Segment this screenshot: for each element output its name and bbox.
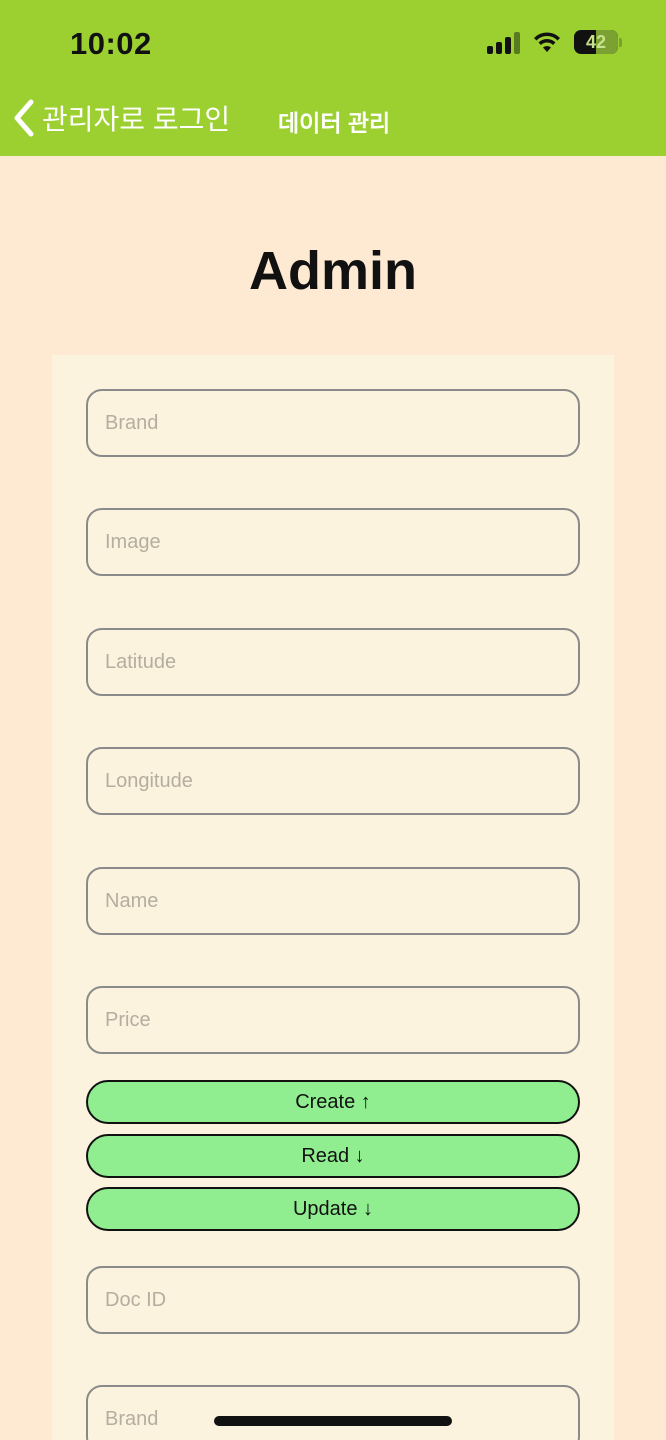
image-input[interactable]: [105, 530, 578, 554]
latitude-input[interactable]: [105, 650, 578, 674]
page-title: Admin: [249, 241, 417, 301]
nav-title: 데이터 관리: [278, 110, 391, 136]
back-button-label: 관리자로 로그인: [42, 104, 231, 135]
name-input[interactable]: [105, 889, 578, 913]
navigation-bar: 관리자로 로그인 데이터 관리: [0, 92, 666, 144]
create-button[interactable]: Create ↑: [86, 1080, 580, 1124]
status-time: 10:02: [70, 26, 152, 61]
image-field[interactable]: [86, 508, 580, 576]
home-indicator[interactable]: [214, 1416, 452, 1426]
name-field[interactable]: [86, 867, 580, 935]
price-field[interactable]: [86, 986, 580, 1054]
latitude-field[interactable]: [86, 628, 580, 696]
brand-field[interactable]: [86, 389, 580, 457]
brand-input[interactable]: [105, 411, 578, 435]
wifi-icon: [534, 32, 560, 52]
top-bar: 10:02 42 관리자로 로그인 데이터 관리: [0, 0, 666, 156]
longitude-field[interactable]: [86, 747, 580, 815]
price-input[interactable]: [105, 1008, 578, 1032]
battery-icon: 42: [574, 30, 618, 54]
doc-id-input[interactable]: [105, 1288, 578, 1312]
back-button[interactable]: 관리자로 로그인: [12, 92, 230, 144]
read-button[interactable]: Read ↓: [86, 1134, 580, 1178]
update-button[interactable]: Update ↓: [86, 1187, 580, 1231]
brand-field-secondary[interactable]: [86, 1385, 580, 1440]
longitude-input[interactable]: [105, 769, 578, 793]
chevron-left-icon: [14, 99, 34, 137]
battery-level: 42: [585, 31, 607, 52]
doc-id-field[interactable]: [86, 1266, 580, 1334]
status-icons: 42: [487, 30, 622, 54]
signal-icon: [487, 30, 520, 54]
